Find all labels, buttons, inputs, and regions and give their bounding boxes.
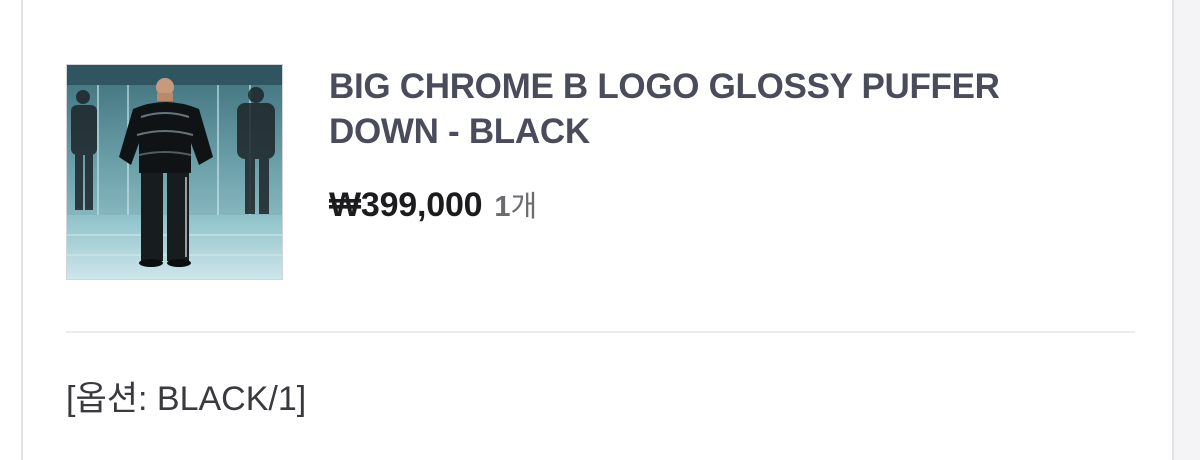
section-divider	[66, 331, 1135, 333]
page-gutter	[1174, 0, 1200, 460]
quantity-number: 1	[494, 191, 511, 223]
product-price: ₩399,000	[329, 186, 483, 224]
quantity-unit: 개	[510, 191, 538, 223]
product-quantity: 1개	[494, 183, 537, 225]
price-row: ₩399,000 1개	[329, 183, 537, 229]
card-left-border	[21, 0, 23, 460]
selected-option: [옵션: BLACK/1]	[66, 380, 307, 418]
product-photo	[67, 65, 282, 279]
product-thumbnail[interactable]	[66, 64, 283, 280]
order-item-card: BIG CHROME B LOGO GLOSSY PUFFER DOWN - B…	[0, 0, 1200, 460]
product-title[interactable]: BIG CHROME B LOGO GLOSSY PUFFER DOWN - B…	[329, 64, 1109, 154]
